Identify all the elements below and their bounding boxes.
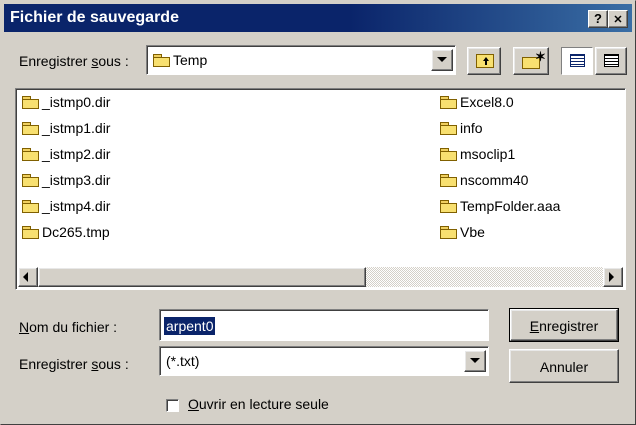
filename-input[interactable]: arpent0	[159, 309, 489, 341]
file-list[interactable]: _istmp0.dir _istmp1.dir _istmp2.dir _istmp3…	[15, 88, 626, 290]
save-in-combo[interactable]: Temp	[146, 45, 456, 75]
save-in-value-wrap: Temp	[153, 52, 207, 68]
list-view-icon	[570, 54, 585, 67]
new-folder-button[interactable]: ✶	[513, 47, 549, 75]
chevron-down-icon	[470, 358, 480, 363]
save-button[interactable]: Enregistrer	[509, 308, 619, 342]
file-list-item[interactable]: Excel8.0	[440, 91, 514, 113]
file-list-item[interactable]: TempFolder.aaa	[440, 195, 560, 217]
folder-icon	[22, 122, 39, 135]
save-in-dropdown-button[interactable]	[431, 49, 453, 71]
save-in-label: Enregistrer sous :	[19, 53, 129, 69]
file-list-item-label: _istmp1.dir	[42, 120, 111, 136]
file-list-item[interactable]: _istmp2.dir	[22, 143, 110, 165]
file-list-item-label: nscomm40	[460, 172, 529, 188]
folder-icon	[440, 174, 457, 187]
save-button-face: Enregistrer	[510, 309, 618, 341]
file-list-item-label: Vbe	[460, 224, 485, 240]
file-list-item[interactable]: _istmp0.dir	[22, 91, 110, 113]
file-list-item[interactable]: Dc265.tmp	[22, 221, 110, 243]
details-view-icon	[604, 54, 619, 67]
cancel-button[interactable]: Annuler	[509, 349, 619, 383]
readonly-label[interactable]: Ouvrir en lecture seule	[188, 396, 329, 412]
scroll-left-button[interactable]	[18, 267, 38, 287]
help-icon: ?	[594, 11, 602, 26]
title-bar[interactable]: Fichier de sauvegarde ? ✕	[4, 4, 632, 32]
file-list-item-label: msoclip1	[460, 146, 516, 162]
file-list-item-label: _istmp2.dir	[42, 146, 111, 162]
folder-icon	[440, 96, 457, 109]
folder-icon	[440, 122, 457, 135]
filetype-dropdown-button[interactable]	[464, 350, 486, 372]
details-view-button[interactable]	[595, 47, 627, 75]
window-title: Fichier de sauvegarde	[10, 9, 179, 26]
folder-icon	[22, 200, 39, 213]
file-list-item-label: _istmp0.dir	[42, 94, 111, 110]
filename-value: arpent0	[164, 317, 216, 335]
file-list-item[interactable]: _istmp3.dir	[22, 169, 110, 191]
help-button[interactable]: ?	[588, 10, 608, 28]
cancel-button-label: Annuler	[539, 359, 589, 375]
file-list-item-label: info	[460, 120, 483, 136]
close-button[interactable]: ✕	[608, 10, 628, 28]
list-view-button[interactable]	[561, 47, 593, 75]
sparkle-icon: ✶	[535, 49, 546, 64]
folder-icon	[440, 200, 457, 213]
filetype-combo[interactable]: (*.txt)	[159, 346, 489, 376]
file-list-item[interactable]: Vbe	[440, 221, 485, 243]
folder-icon	[440, 226, 457, 239]
scroll-thumb[interactable]	[38, 267, 366, 287]
file-list-item[interactable]: _istmp1.dir	[22, 117, 110, 139]
chevron-down-icon	[437, 57, 447, 62]
arrow-left-icon	[23, 272, 28, 282]
filetype-value: (*.txt)	[166, 353, 200, 369]
up-one-level-button[interactable]	[467, 47, 501, 75]
up-folder-icon	[476, 54, 494, 68]
filename-label: Nom du fichier :	[19, 319, 118, 335]
file-list-item-label: TempFolder.aaa	[460, 198, 561, 214]
filetype-label: Enregistrer sous :	[19, 356, 129, 372]
folder-icon	[22, 96, 39, 109]
readonly-checkbox[interactable]	[166, 399, 179, 412]
folder-icon	[440, 148, 457, 161]
save-in-value: Temp	[173, 52, 208, 68]
file-list-column-2: Excel8.0 info msoclip1 nscomm40 TempFolder.a…	[440, 91, 620, 251]
arrow-stem-glyph	[485, 61, 487, 65]
close-icon: ✕	[613, 14, 623, 26]
file-list-item-label: Excel8.0	[460, 94, 514, 110]
folder-icon	[22, 174, 39, 187]
file-list-item-label: Dc265.tmp	[42, 224, 110, 240]
save-button-label: Enregistrer	[529, 318, 599, 334]
file-list-item[interactable]: msoclip1	[440, 143, 515, 165]
file-list-item[interactable]: info	[440, 117, 483, 139]
scroll-right-button[interactable]	[603, 267, 623, 287]
folder-icon	[22, 148, 39, 161]
file-list-item-label: _istmp4.dir	[42, 198, 111, 214]
folder-icon	[153, 54, 170, 67]
save-dialog: Fichier de sauvegarde ? ✕ Enregistrer so…	[0, 0, 636, 425]
file-list-column-1: _istmp0.dir _istmp1.dir _istmp2.dir _istmp3…	[22, 91, 312, 251]
file-list-item[interactable]: nscomm40	[440, 169, 528, 191]
folder-icon	[22, 226, 39, 239]
file-list-item[interactable]: _istmp4.dir	[22, 195, 110, 217]
arrow-right-icon	[609, 272, 614, 282]
horizontal-scrollbar[interactable]	[18, 267, 623, 287]
file-list-item-label: _istmp3.dir	[42, 172, 111, 188]
